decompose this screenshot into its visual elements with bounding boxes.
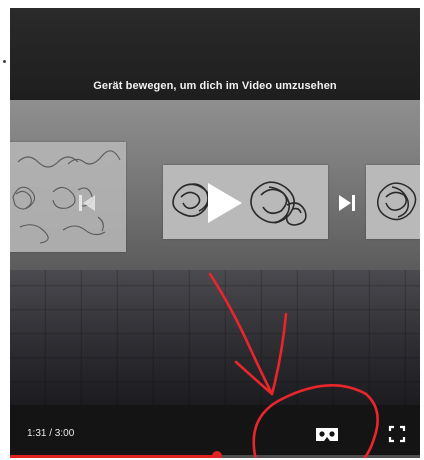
fullscreen-button[interactable]	[384, 421, 410, 447]
skip-previous-icon	[79, 195, 95, 211]
play-button[interactable]	[198, 178, 248, 228]
previous-button[interactable]	[74, 190, 100, 216]
artwork-right	[366, 165, 420, 239]
fullscreen-icon	[388, 425, 406, 443]
next-button[interactable]	[334, 190, 360, 216]
stray-dot	[3, 60, 6, 63]
video-floor	[10, 270, 420, 405]
vr-hint-text: Gerät bewegen, um dich im Video umzusehe…	[93, 80, 337, 92]
progress-fill	[10, 455, 217, 458]
skip-next-icon	[339, 195, 355, 211]
play-icon	[208, 183, 242, 223]
progress-scrubber[interactable]	[212, 451, 222, 458]
time-display: 1:31 / 3:00	[27, 428, 75, 439]
artwork-left	[10, 142, 126, 252]
vr-mode-button[interactable]	[310, 423, 344, 447]
cardboard-vr-icon	[316, 428, 338, 441]
video-player[interactable]: Gerät bewegen, um dich im Video umzusehe…	[10, 8, 420, 458]
